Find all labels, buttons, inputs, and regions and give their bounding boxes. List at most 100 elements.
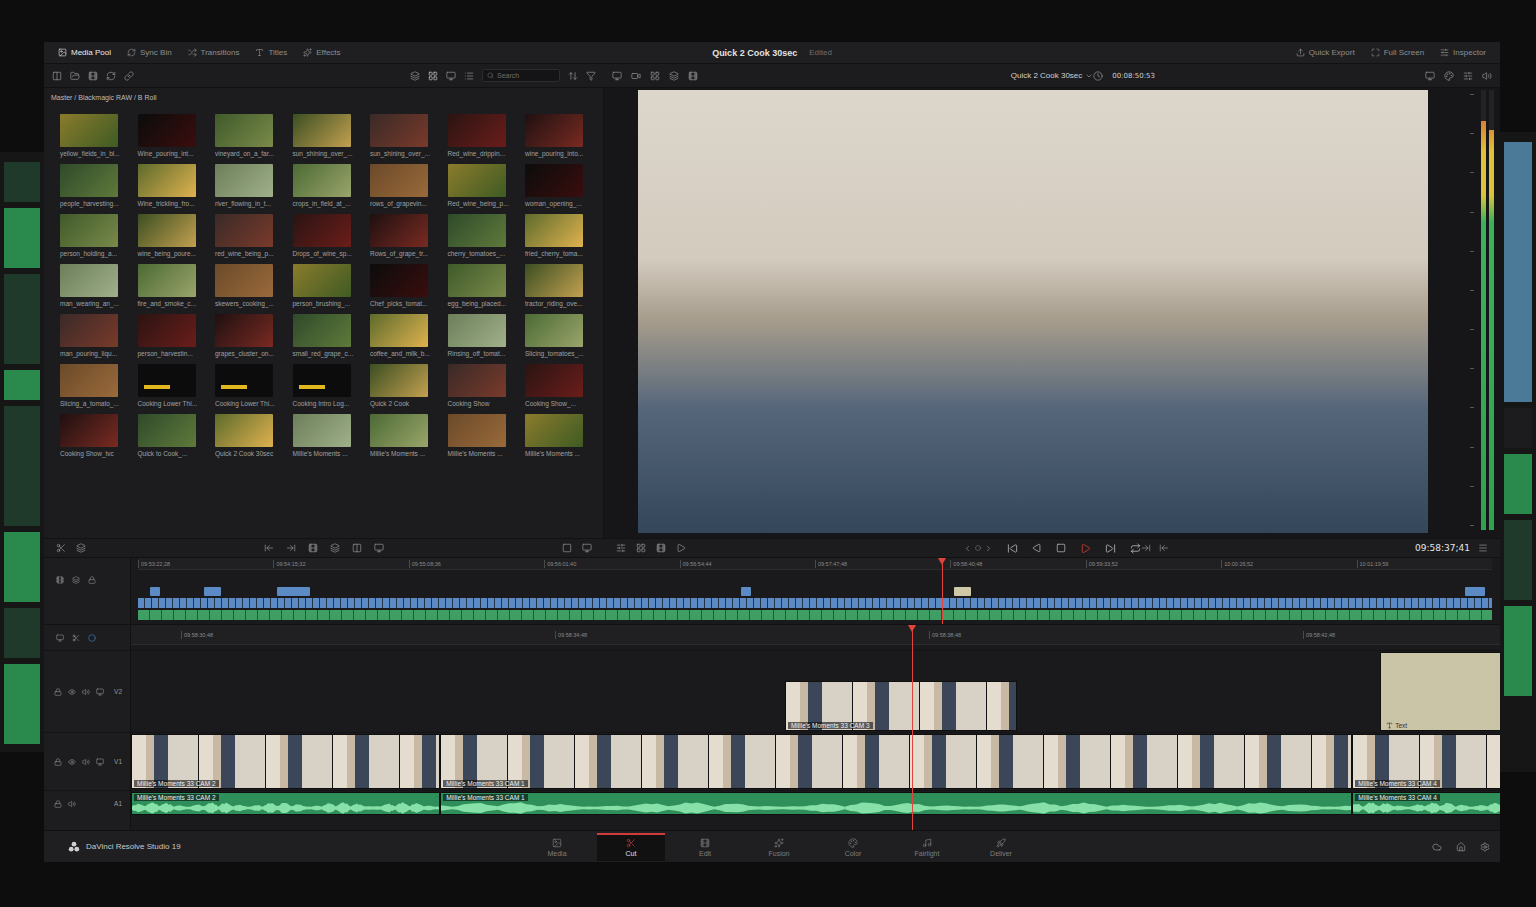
timeline-view-icon[interactable] xyxy=(56,634,64,642)
speaker-icon[interactable] xyxy=(82,688,90,696)
toolbar-action[interactable]: Quick Export xyxy=(1290,48,1361,57)
media-clip[interactable]: Slicing_a_tomato_... xyxy=(60,364,134,407)
page-tab[interactable]: Color xyxy=(819,833,887,861)
stop-icon[interactable] xyxy=(1056,543,1066,553)
overview-clip[interactable] xyxy=(1465,587,1485,596)
blade-icon[interactable] xyxy=(72,634,80,642)
title-clip[interactable]: Text xyxy=(1380,652,1500,731)
toolbar-tab[interactable]: Transitions xyxy=(182,48,246,57)
page-tab[interactable]: Deliver xyxy=(967,833,1035,861)
media-clip[interactable]: person_brushing_... xyxy=(293,264,367,307)
settings-icon[interactable] xyxy=(1463,71,1473,81)
panel-icon[interactable] xyxy=(52,71,62,81)
lock-icon[interactable] xyxy=(54,758,62,766)
clip-icon[interactable] xyxy=(88,71,98,81)
playhead[interactable] xyxy=(912,625,913,830)
volume-icon[interactable] xyxy=(1482,71,1492,81)
page-tab[interactable]: Cut xyxy=(597,833,665,861)
play-icon[interactable] xyxy=(1080,543,1091,554)
overview-clip[interactable] xyxy=(954,587,970,596)
overview-clip[interactable] xyxy=(741,587,752,596)
audio-clip[interactable]: Millie's Moments 33 CAM 4 xyxy=(1352,792,1500,815)
stack-icon[interactable] xyxy=(76,543,86,553)
chevron-right-icon[interactable] xyxy=(984,544,993,553)
media-clip[interactable]: person_harvestin... xyxy=(138,314,212,357)
source-overwrite-icon[interactable] xyxy=(352,543,362,553)
jog-icon[interactable] xyxy=(975,545,981,551)
media-clip[interactable]: crops_in_field_at_... xyxy=(293,164,367,207)
sync-icon[interactable] xyxy=(106,71,116,81)
overview-playhead[interactable] xyxy=(942,558,943,624)
box-icon[interactable] xyxy=(562,543,572,553)
list-view-icon[interactable] xyxy=(464,71,474,81)
media-clip[interactable]: Cooking Intro Log... xyxy=(293,364,367,407)
video-clip[interactable]: Millie's Moments 33 CAM 4 xyxy=(1352,734,1500,789)
place-on-top-icon[interactable] xyxy=(330,543,340,553)
color-icon[interactable] xyxy=(1444,71,1454,81)
media-clip[interactable]: river_flowing_in_t... xyxy=(215,164,289,207)
clock-icon[interactable] xyxy=(1093,71,1103,81)
media-clip[interactable]: people_harvesting... xyxy=(60,164,134,207)
skip-forward-icon[interactable] xyxy=(1105,543,1116,554)
media-clip[interactable]: rows_of_grapevin... xyxy=(370,164,444,207)
media-clip[interactable]: Rinsing_off_tomat... xyxy=(448,314,522,357)
screen-icon[interactable] xyxy=(582,543,592,553)
monitor-icon[interactable] xyxy=(96,688,104,696)
toolbar-tab[interactable]: Titles xyxy=(249,48,293,57)
menu-icon[interactable] xyxy=(1478,543,1488,553)
overview-lock-icon[interactable] xyxy=(88,576,96,584)
visibility-icon[interactable] xyxy=(68,758,76,766)
strip-view-icon[interactable] xyxy=(410,71,420,81)
viewer-clip-name[interactable]: Quick 2 Cook 30sec xyxy=(1011,71,1094,80)
media-clip[interactable]: Red_wine_drippin... xyxy=(448,114,522,157)
media-clip[interactable]: wine_being_poure... xyxy=(138,214,212,257)
home-icon[interactable] xyxy=(1456,842,1466,852)
smart-insert-icon[interactable] xyxy=(264,543,274,553)
media-clip[interactable]: Quick 2 Cook xyxy=(370,364,444,407)
speaker-icon[interactable] xyxy=(68,800,76,808)
link-icon[interactable] xyxy=(124,71,134,81)
media-clip[interactable]: Chef_picks_tomat... xyxy=(370,264,444,307)
media-clip[interactable]: Cooking Show xyxy=(448,364,522,407)
ripple-icon[interactable] xyxy=(308,543,318,553)
media-clip[interactable]: yellow_fields_in_bl... xyxy=(60,114,134,157)
media-clip[interactable]: Millie's Moments ... xyxy=(525,414,599,457)
media-clip[interactable]: Wine_trickling_fro... xyxy=(138,164,212,207)
toolbar-tab[interactable]: Media Pool xyxy=(52,48,117,57)
camera-icon[interactable] xyxy=(631,71,641,81)
media-clip[interactable]: Drops_of_wine_sp... xyxy=(293,214,367,257)
thumb-view-icon[interactable] xyxy=(446,71,456,81)
media-clip[interactable]: Rows_of_grape_tr... xyxy=(370,214,444,257)
overview-clip[interactable] xyxy=(204,587,220,596)
media-clip[interactable]: Cooking Lower Thi... xyxy=(215,364,289,407)
toolbar-tab[interactable]: Effects xyxy=(297,48,346,57)
media-clip[interactable]: man_pouring_liqu... xyxy=(60,314,134,357)
media-clip[interactable]: Red_wine_being_p... xyxy=(448,164,522,207)
video-clip[interactable]: Millie's Moments 33 CAM 3 xyxy=(785,681,1017,731)
media-clip[interactable]: Slicing_tomatoes_... xyxy=(525,314,599,357)
page-tab[interactable]: Edit xyxy=(671,833,739,861)
media-clip[interactable]: Quick to Cook_... xyxy=(138,414,212,457)
reverse-button[interactable] xyxy=(1032,543,1042,553)
audio-clip[interactable]: Millie's Moments 33 CAM 2 xyxy=(131,792,440,815)
clip-view-icon[interactable] xyxy=(656,543,666,553)
media-clip[interactable]: cherry_tomatoes_... xyxy=(448,214,522,257)
search-field[interactable]: Search xyxy=(482,69,560,82)
speaker-icon[interactable] xyxy=(82,758,90,766)
split-icon[interactable] xyxy=(56,543,66,553)
toolbar-action[interactable]: Inspector xyxy=(1434,48,1492,57)
media-clip[interactable]: Quick 2 Cook 30sec xyxy=(215,414,289,457)
page-tab[interactable]: Fusion xyxy=(745,833,813,861)
media-clip[interactable]: grapes_cluster_on... xyxy=(215,314,289,357)
toolbar-tab[interactable]: Sync Bin xyxy=(121,48,178,57)
media-clip[interactable]: fried_cherry_toma... xyxy=(525,214,599,257)
film-icon[interactable] xyxy=(688,71,698,81)
media-clip[interactable]: vineyard_on_a_far... xyxy=(215,114,289,157)
media-clip[interactable]: skewers_cooking_... xyxy=(215,264,289,307)
close-up-icon[interactable] xyxy=(374,543,384,553)
media-clip[interactable]: egg_being_placed... xyxy=(448,264,522,307)
media-clip[interactable]: Cooking Lower Thi... xyxy=(138,364,212,407)
media-clip[interactable]: red_wine_being_p... xyxy=(215,214,289,257)
loop-icon[interactable] xyxy=(1130,543,1141,554)
audio-clip[interactable]: Millie's Moments 33 CAM 1 xyxy=(440,792,1352,815)
